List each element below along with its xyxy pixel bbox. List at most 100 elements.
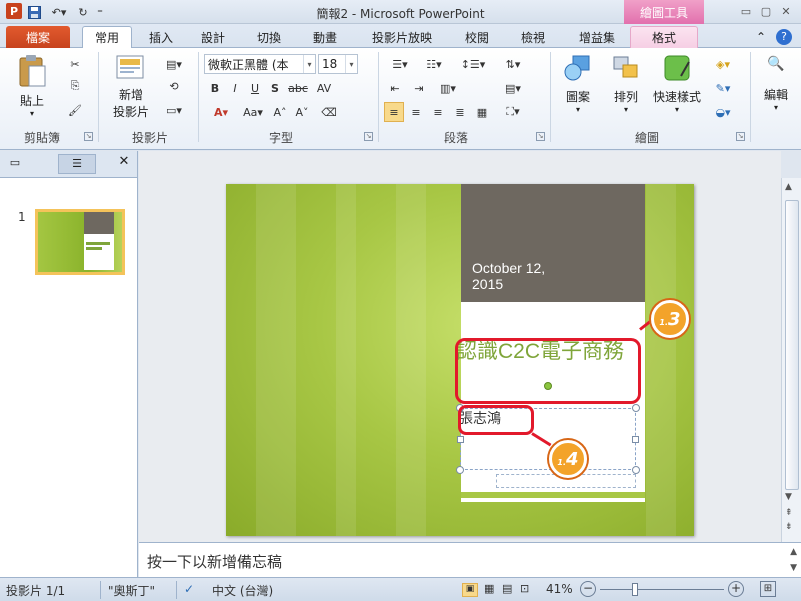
line-spacing-icon[interactable]: ↕☰▾	[456, 54, 490, 74]
font-color-button[interactable]: A▾	[206, 102, 236, 122]
zoom-level[interactable]: 41%	[546, 582, 573, 596]
restore-icon[interactable]: ▢	[758, 5, 774, 19]
char-spacing-icon[interactable]: AV	[312, 78, 336, 98]
numbering-icon[interactable]: ☷▾	[418, 54, 450, 74]
bold-button[interactable]: B	[206, 78, 224, 98]
notes-pane[interactable]: 按一下以新增備忘稿 ▲ ▼	[139, 542, 801, 577]
bullets-icon[interactable]: ☰▾	[384, 54, 416, 74]
outline-tab-icon[interactable]: ☰	[58, 154, 96, 174]
shadow-button[interactable]: S	[266, 78, 284, 98]
resize-handle[interactable]	[457, 436, 464, 443]
justify-button[interactable]: ≣	[450, 102, 470, 122]
clear-format-icon[interactable]: ⌫	[318, 102, 340, 122]
resize-handle[interactable]	[632, 404, 640, 412]
grow-font-icon[interactable]: A˄	[270, 102, 290, 122]
reading-view-icon[interactable]: ▤	[502, 582, 512, 595]
font-launcher-icon[interactable]: ↘	[364, 132, 373, 141]
tab-view[interactable]: 檢視	[512, 26, 554, 48]
shape-outline-icon[interactable]: ✎▾	[708, 78, 738, 98]
new-slide-button[interactable]: 新增 投影片	[106, 54, 156, 120]
close-panel-icon[interactable]: ✕	[116, 154, 132, 172]
resize-handle[interactable]	[632, 436, 639, 443]
slide-date[interactable]: October 12, 2015	[472, 260, 545, 292]
decrease-indent-icon[interactable]: ⇤	[384, 78, 406, 98]
change-case-icon[interactable]: Aa▾	[238, 102, 268, 122]
theme-name[interactable]: "奧斯丁"	[108, 582, 155, 599]
section-icon[interactable]: ▭▾	[162, 100, 186, 120]
resize-handle[interactable]	[632, 466, 640, 474]
reset-icon[interactable]: ⟲	[162, 76, 186, 96]
layout-icon[interactable]: ▤▾	[162, 54, 186, 74]
italic-button[interactable]: I	[226, 78, 244, 98]
step-4-number: 4	[566, 448, 579, 470]
shapes-button[interactable]: 圖案 ▾	[556, 54, 600, 114]
zoom-slider-thumb[interactable]	[632, 583, 638, 596]
scroll-down-icon[interactable]: ▼	[785, 492, 792, 502]
spell-check-icon[interactable]: ✓	[184, 582, 194, 596]
help-icon[interactable]: ?	[774, 26, 794, 48]
minimize-icon[interactable]: ▭	[738, 5, 754, 19]
next-slide-icon[interactable]: ⇟	[785, 522, 793, 532]
font-name-combo[interactable]: 微軟正黑體 (本 ▾	[204, 54, 316, 74]
shrink-font-icon[interactable]: A˅	[292, 102, 312, 122]
normal-view-icon[interactable]: ▣	[462, 583, 478, 597]
align-text-icon[interactable]: ▤▾	[498, 78, 528, 98]
notes-placeholder[interactable]: 按一下以新增備忘稿	[147, 551, 282, 572]
zoom-out-icon[interactable]: −	[580, 581, 596, 597]
minimize-ribbon-icon[interactable]: ⌃	[752, 26, 770, 48]
tab-transitions[interactable]: 切換	[248, 26, 290, 48]
slide-count: 投影片 1/1	[6, 584, 66, 598]
tab-slideshow[interactable]: 投影片放映	[364, 26, 440, 48]
columns-icon[interactable]: ▥▾	[434, 78, 462, 98]
text-direction-icon[interactable]: ⇅▾	[498, 54, 528, 74]
tab-animations[interactable]: 動畫	[304, 26, 346, 48]
arrange-label: 排列	[613, 90, 638, 104]
notes-scroll-up-icon[interactable]: ▲	[790, 547, 797, 557]
fit-to-window-icon[interactable]: ⊞	[760, 581, 776, 597]
paragraph-launcher-icon[interactable]: ↘	[536, 132, 545, 141]
align-center-button[interactable]: ≡	[406, 102, 426, 122]
distribute-button[interactable]: ▦	[472, 102, 492, 122]
tab-addins[interactable]: 增益集	[570, 26, 624, 48]
scroll-thumb[interactable]	[785, 200, 799, 490]
cut-icon[interactable]: ✂	[64, 54, 86, 74]
tab-file[interactable]: 檔案	[6, 26, 70, 48]
tab-review[interactable]: 校閱	[456, 26, 498, 48]
slide-thumbnail[interactable]	[35, 209, 125, 275]
zoom-slider-track[interactable]	[600, 589, 724, 590]
align-right-button[interactable]: ≡	[428, 102, 448, 122]
chevron-down-icon: ▾	[345, 55, 357, 73]
language-indicator[interactable]: 中文 (台灣)	[212, 582, 273, 599]
resize-handle[interactable]	[456, 466, 464, 474]
tab-insert[interactable]: 插入	[140, 26, 182, 48]
tab-format[interactable]: 格式	[630, 26, 698, 48]
slide-sorter-icon[interactable]: ▦	[484, 582, 494, 595]
slides-tab-icon[interactable]: ▭	[6, 156, 24, 172]
vertical-scrollbar[interactable]: ▲ ▼ ⇞ ⇟	[781, 178, 801, 542]
quick-styles-button[interactable]: 快速樣式 ▾	[648, 54, 706, 114]
tab-home[interactable]: 常用	[82, 26, 132, 49]
close-icon[interactable]: ✕	[778, 5, 794, 19]
paste-button[interactable]: 貼上 ▾	[10, 54, 54, 118]
smartart-icon[interactable]: ⛶▾	[498, 102, 528, 122]
strikethrough-button[interactable]: abc	[286, 78, 310, 98]
previous-slide-icon[interactable]: ⇞	[785, 508, 793, 518]
arrange-button[interactable]: 排列 ▾	[604, 54, 648, 114]
drawing-launcher-icon[interactable]: ↘	[736, 132, 745, 141]
tab-design[interactable]: 設計	[192, 26, 234, 48]
shape-fill-icon[interactable]: ◈▾	[708, 54, 738, 74]
scroll-up-icon[interactable]: ▲	[785, 182, 792, 192]
clipboard-launcher-icon[interactable]: ↘	[84, 132, 93, 141]
ribbon: 貼上 ▾ ✂ ⎘ 🖌 剪貼簿 ↘ 新增 投影片 ▤▾ ⟲ ▭▾ 投影片 微軟正黑…	[0, 48, 801, 150]
editing-button[interactable]: 🔍 編輯 ▾	[756, 56, 796, 112]
format-painter-icon[interactable]: 🖌	[64, 100, 86, 120]
copy-icon[interactable]: ⎘	[64, 76, 86, 96]
zoom-in-icon[interactable]: +	[728, 581, 744, 597]
font-size-combo[interactable]: 18 ▾	[318, 54, 358, 74]
underline-button[interactable]: U	[246, 78, 264, 98]
align-left-button[interactable]: ≡	[384, 102, 404, 122]
notes-scroll-down-icon[interactable]: ▼	[790, 563, 797, 573]
slideshow-view-icon[interactable]: ⊡	[520, 582, 529, 595]
shape-effects-icon[interactable]: ◒▾	[708, 102, 738, 122]
increase-indent-icon[interactable]: ⇥	[408, 78, 430, 98]
